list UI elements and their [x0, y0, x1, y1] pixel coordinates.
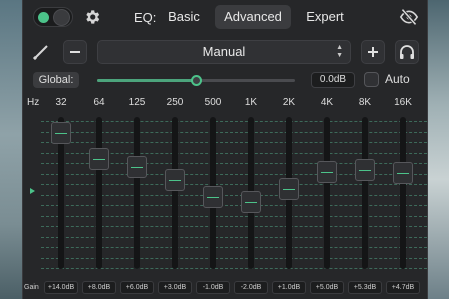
- power-toggle[interactable]: [33, 7, 73, 27]
- band-freq-label: 32: [55, 97, 67, 108]
- desktop-background-right: [428, 0, 449, 299]
- tab-expert[interactable]: Expert: [297, 5, 353, 29]
- power-indicator: [38, 12, 49, 23]
- auto-checkbox[interactable]: [364, 72, 379, 87]
- tab-advanced[interactable]: Advanced: [215, 5, 291, 29]
- global-slider-fill: [97, 79, 196, 82]
- headphones-icon: [400, 45, 414, 59]
- preset-dropdown[interactable]: Manual ▲ ▼: [97, 40, 351, 64]
- chevron-updown-icon: ▲ ▼: [336, 44, 343, 59]
- band-slider-thumb[interactable]: [317, 160, 337, 183]
- band-slider-thumb[interactable]: [51, 122, 71, 145]
- band-slider-thumb[interactable]: [127, 156, 147, 179]
- band-slider-thumb[interactable]: [241, 190, 261, 213]
- toggle-knob: [53, 9, 70, 26]
- thumb-indicator-line: [169, 180, 181, 182]
- pen-icon: [32, 45, 48, 61]
- band-freq-label: 16K: [394, 97, 412, 108]
- band-gain-value[interactable]: +4.7dB: [386, 281, 420, 294]
- band-slider-track[interactable]: [362, 117, 368, 269]
- thumb-indicator-line: [93, 158, 105, 160]
- output-device-button[interactable]: [395, 40, 419, 64]
- minus-icon: [70, 51, 80, 53]
- auto-label: Auto: [385, 72, 410, 86]
- band-slider-thumb[interactable]: [89, 147, 109, 170]
- thumb-indicator-line: [207, 197, 219, 199]
- band-freq-label: 8K: [358, 97, 372, 108]
- thumb-indicator-line: [283, 188, 295, 190]
- band-freq-label: 64: [93, 97, 105, 108]
- hz-label: Hz: [27, 97, 40, 108]
- global-gain-slider[interactable]: [97, 75, 295, 86]
- band-freq-label: 4K: [320, 97, 334, 108]
- band-slider-track[interactable]: [324, 117, 330, 269]
- thumb-indicator-line: [131, 167, 143, 169]
- band-slider-thumb[interactable]: [355, 159, 375, 182]
- eye-slash-icon[interactable]: [399, 8, 419, 26]
- band-gain-value[interactable]: +1.0dB: [272, 281, 306, 294]
- eq-label: EQ:: [134, 10, 157, 25]
- thumb-indicator-line: [245, 201, 257, 203]
- gear-icon[interactable]: [83, 8, 101, 26]
- remove-preset-button[interactable]: [63, 40, 87, 64]
- band-gain-value[interactable]: +5.0dB: [310, 281, 344, 294]
- equalizer-panel: EQ: Basic Advanced Expert Manual ▲ ▼ Glo…: [22, 0, 428, 299]
- band-slider-thumb[interactable]: [203, 186, 223, 209]
- band-gain-value[interactable]: +3.0dB: [158, 281, 192, 294]
- zero-db-marker: [30, 188, 35, 194]
- global-value-field[interactable]: 0.0dB: [311, 72, 355, 88]
- thumb-indicator-line: [359, 170, 371, 172]
- band-slider-track[interactable]: [172, 117, 178, 269]
- band-freq-label: 1K: [244, 97, 258, 108]
- global-slider-thumb[interactable]: [191, 75, 202, 86]
- band-freq-label: 250: [166, 97, 184, 108]
- global-label: Global:: [33, 72, 79, 88]
- band-gain-value[interactable]: +14.0dB: [44, 281, 78, 294]
- band-slider-track[interactable]: [400, 117, 406, 269]
- band-slider-thumb[interactable]: [165, 169, 185, 192]
- band-gain-value[interactable]: +5.3dB: [348, 281, 382, 294]
- thumb-indicator-line: [321, 171, 333, 173]
- desktop-background-left: [0, 0, 23, 299]
- tab-basic[interactable]: Basic: [159, 5, 209, 29]
- add-preset-button[interactable]: [361, 40, 385, 64]
- band-freq-label: 500: [204, 97, 222, 108]
- thumb-indicator-line: [55, 133, 67, 135]
- band-gain-value[interactable]: +8.0dB: [82, 281, 116, 294]
- band-freq-label: 2K: [282, 97, 296, 108]
- band-slider-track[interactable]: [96, 117, 102, 269]
- band-gain-value[interactable]: -2.0dB: [234, 281, 268, 294]
- gain-label: Gain: [24, 284, 39, 291]
- band-gain-value[interactable]: +6.0dB: [120, 281, 154, 294]
- band-freq-label: 125: [128, 97, 146, 108]
- preset-value: Manual: [202, 44, 246, 59]
- band-slider-thumb[interactable]: [279, 177, 299, 200]
- pen-button[interactable]: [29, 40, 53, 64]
- thumb-indicator-line: [397, 172, 409, 174]
- plus-icon: [368, 47, 378, 57]
- band-gain-value[interactable]: -1.0dB: [196, 281, 230, 294]
- band-slider-thumb[interactable]: [393, 161, 413, 184]
- band-slider-track[interactable]: [134, 117, 140, 269]
